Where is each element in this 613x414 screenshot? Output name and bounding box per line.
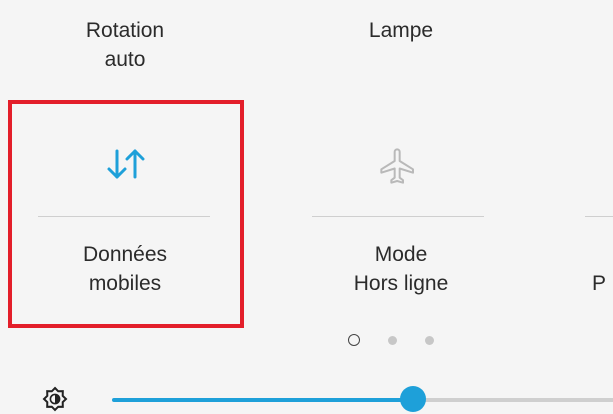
tile-auto-rotation-label-line2: auto [104,48,146,71]
tile-airplane-mode[interactable]: Mode Hors ligne [316,240,486,298]
brightness-icon [42,386,68,412]
airplane-icon[interactable] [373,146,423,186]
tile-next-divider [585,216,613,217]
tile-auto-rotation-label: Rotation auto [40,16,210,74]
tile-flashlight-label: Lampe [316,16,486,45]
quick-settings-panel: Rotation auto Lampe Données mobiles Mode… [0,0,613,414]
page-dot-3[interactable] [425,335,434,345]
tile-flashlight-label-line1: Lampe [368,19,434,42]
tile-airplane-mode-divider [312,216,484,217]
tile-next-partial[interactable]: P [592,269,613,298]
tile-airplane-mode-label-line2: Hors ligne [353,272,449,295]
tile-next-partial-label-line1: P [592,272,607,295]
brightness-slider-thumb[interactable] [400,386,426,412]
tile-airplane-mode-label: Mode Hors ligne [316,240,486,298]
tile-flashlight[interactable]: Lampe [316,16,486,45]
page-indicator [348,334,434,346]
tile-auto-rotation[interactable]: Rotation auto [40,16,210,74]
selection-highlight [8,100,244,328]
brightness-slider-track-filled[interactable] [112,398,413,402]
brightness-slider-track[interactable] [413,398,613,402]
tile-airplane-mode-label-line1: Mode [374,243,428,266]
tile-auto-rotation-label-line1: Rotation [85,19,165,42]
page-dot-1[interactable] [348,334,360,346]
tile-next-partial-label: P [592,269,613,298]
page-dot-2[interactable] [388,335,397,345]
